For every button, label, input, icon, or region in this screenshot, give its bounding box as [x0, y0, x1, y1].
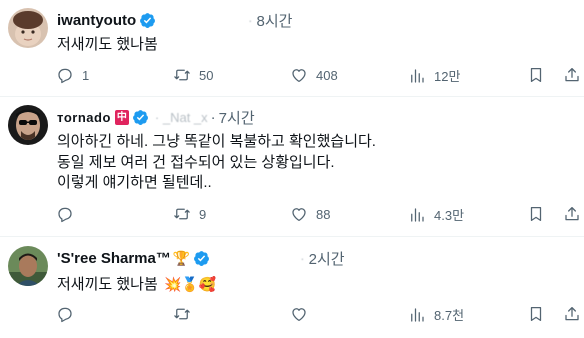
avatar[interactable]	[8, 246, 48, 286]
like-button[interactable]: 408	[290, 66, 338, 84]
views-button[interactable]: 8.7천	[408, 305, 464, 324]
bookmark-button[interactable]	[527, 205, 545, 223]
views-icon	[411, 207, 424, 222]
share-icon	[565, 67, 579, 82]
name-badge: 🏆	[172, 250, 191, 266]
retweet-icon	[174, 208, 190, 220]
tweet-line: 이렇게 얘기하면 될텐데..	[57, 174, 212, 191]
view-count: 12만	[434, 69, 461, 84]
share-button[interactable]	[563, 205, 581, 223]
avatar[interactable]	[8, 8, 48, 48]
tweet-header: 'S'ree Sharma™ 🏆 · 2시간	[57, 248, 345, 269]
reply-button[interactable]: 1	[56, 66, 89, 84]
bookmark-button[interactable]	[527, 66, 545, 84]
tweet-3[interactable]: 'S'ree Sharma™ 🏆 · 2시간 저새끼도 했나봄 💥🏅🥰 8.7천	[0, 237, 584, 338]
timestamp[interactable]: 2시간	[309, 248, 345, 269]
retweet-button[interactable]: 50	[173, 66, 213, 84]
reply-button[interactable]	[56, 305, 82, 323]
bookmark-icon	[530, 306, 542, 322]
retweet-count: 9	[199, 206, 207, 222]
tweet-text: 의아하긴 하네. 그냥 똑같이 복불하고 확인했습니다. 동일 제보 여러 건 …	[57, 132, 376, 194]
retweet-icon	[174, 308, 190, 320]
reply-icon	[58, 68, 72, 84]
reply-icon	[58, 307, 72, 323]
separator-dot: ·	[210, 109, 216, 126]
tweet-line: 의아하긴 하네. 그냥 똑같이 복불하고 확인했습니다.	[57, 133, 376, 150]
action-bar: 8.7천	[49, 305, 579, 325]
tweet-text: 저새끼도 했나봄	[57, 35, 158, 55]
verified-badge-icon	[132, 110, 148, 125]
tweet-1[interactable]: iwantyouto · 8시간 저새끼도 했나봄 1 50 408 12만	[0, 0, 584, 96]
like-count: 408	[316, 67, 338, 83]
like-icon	[292, 69, 306, 83]
timestamp[interactable]: 7시간	[219, 107, 255, 128]
display-name[interactable]: 'S'ree Sharma™	[57, 250, 171, 267]
tweet-line: 저새끼도 했나봄	[57, 276, 158, 293]
handle[interactable]: ·	[248, 13, 252, 28]
retweet-button[interactable]	[173, 305, 199, 323]
tweet-2[interactable]: тornado 中 · _Nat _x · 7시간 의아하긴 하네. 그냥 똑같…	[0, 97, 584, 235]
share-icon	[565, 206, 579, 221]
bookmark-icon	[530, 67, 542, 83]
timestamp[interactable]: 8시간	[257, 10, 293, 31]
share-icon	[565, 306, 579, 321]
tweet-line: 동일 제보 여러 건 접수되어 있는 상황입니다.	[57, 153, 335, 171]
tweet-header: iwantyouto · 8시간	[57, 10, 292, 31]
reply-button[interactable]	[56, 205, 82, 223]
verified-badge-icon	[194, 251, 210, 266]
views-button[interactable]: 12만	[408, 66, 460, 85]
like-icon	[292, 208, 306, 222]
retweet-count: 50	[199, 67, 214, 83]
like-button[interactable]	[290, 305, 316, 323]
share-button[interactable]	[563, 305, 581, 323]
tweet-header: тornado 中 · _Nat _x · 7시간	[57, 107, 255, 128]
handle[interactable]: · _Nat _x	[155, 110, 208, 125]
like-button[interactable]: 88	[290, 205, 330, 223]
retweet-icon	[174, 69, 190, 81]
handle[interactable]: ·	[300, 251, 304, 266]
verified-badge-icon	[140, 13, 156, 28]
like-icon	[292, 308, 306, 322]
name-badge: 中	[114, 110, 129, 125]
avatar[interactable]	[8, 105, 48, 145]
action-bar: 9 88 4.3만	[49, 205, 579, 225]
views-icon	[411, 68, 424, 83]
reply-icon	[58, 207, 72, 223]
action-bar: 1 50 408 12만	[49, 66, 579, 86]
display-name[interactable]: тornado	[57, 110, 111, 125]
retweet-button[interactable]: 9	[173, 205, 206, 223]
view-count: 4.3만	[434, 208, 465, 223]
tweet-emojis: 💥🏅🥰	[163, 276, 217, 292]
bookmark-button[interactable]	[527, 305, 545, 323]
view-count: 8.7천	[434, 308, 465, 323]
share-button[interactable]	[563, 66, 581, 84]
tweet-line: 저새끼도 했나봄	[57, 36, 158, 53]
reply-count: 1	[82, 67, 90, 83]
views-icon	[411, 307, 424, 322]
display-name[interactable]: iwantyouto	[57, 12, 136, 29]
like-count: 88	[316, 206, 331, 222]
views-button[interactable]: 4.3만	[408, 205, 464, 224]
bookmark-icon	[530, 206, 542, 222]
tweet-text: 저새끼도 했나봄 💥🏅🥰	[57, 274, 216, 295]
